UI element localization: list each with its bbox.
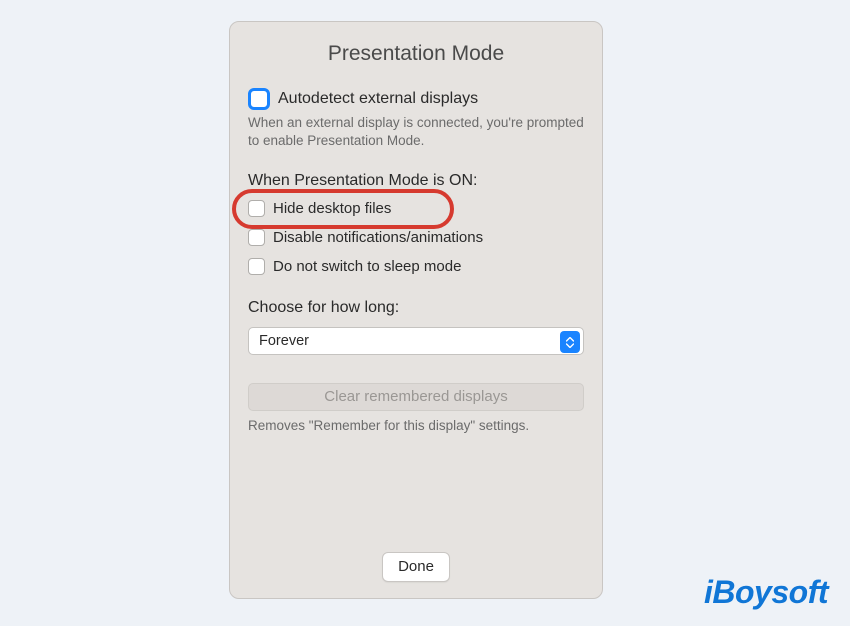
hide-desktop-label: Hide desktop files (273, 200, 391, 217)
autodetect-checkbox[interactable] (248, 88, 270, 110)
hide-desktop-checkbox[interactable] (248, 200, 265, 217)
disable-notifications-label: Disable notifications/animations (273, 229, 483, 246)
disable-notifications-checkbox[interactable] (248, 229, 265, 246)
chevron-updown-icon (560, 331, 580, 353)
clear-description: Removes "Remember for this display" sett… (248, 417, 584, 435)
when-on-label: When Presentation Mode is ON: (248, 172, 584, 190)
presentation-mode-panel: Presentation Mode Autodetect external di… (229, 21, 603, 599)
duration-select[interactable]: Forever (248, 327, 584, 355)
option-hide-desktop: Hide desktop files (248, 200, 584, 217)
autodetect-label: Autodetect external displays (278, 90, 478, 108)
no-sleep-label: Do not switch to sleep mode (273, 258, 461, 275)
option-disable-notifications: Disable notifications/animations (248, 229, 584, 246)
option-no-sleep: Do not switch to sleep mode (248, 258, 584, 275)
autodetect-row: Autodetect external displays (248, 88, 584, 110)
duration-label: Choose for how long: (248, 299, 584, 317)
no-sleep-checkbox[interactable] (248, 258, 265, 275)
options-list: Hide desktop files Disable notifications… (248, 200, 584, 275)
duration-select-wrap: Forever (248, 327, 584, 355)
panel-title: Presentation Mode (248, 42, 584, 66)
duration-value: Forever (259, 333, 309, 349)
clear-displays-button[interactable]: Clear remembered displays (248, 383, 584, 411)
done-button[interactable]: Done (382, 552, 450, 582)
autodetect-description: When an external display is connected, y… (248, 114, 584, 150)
brand-logo: iBoysoft (704, 574, 828, 611)
